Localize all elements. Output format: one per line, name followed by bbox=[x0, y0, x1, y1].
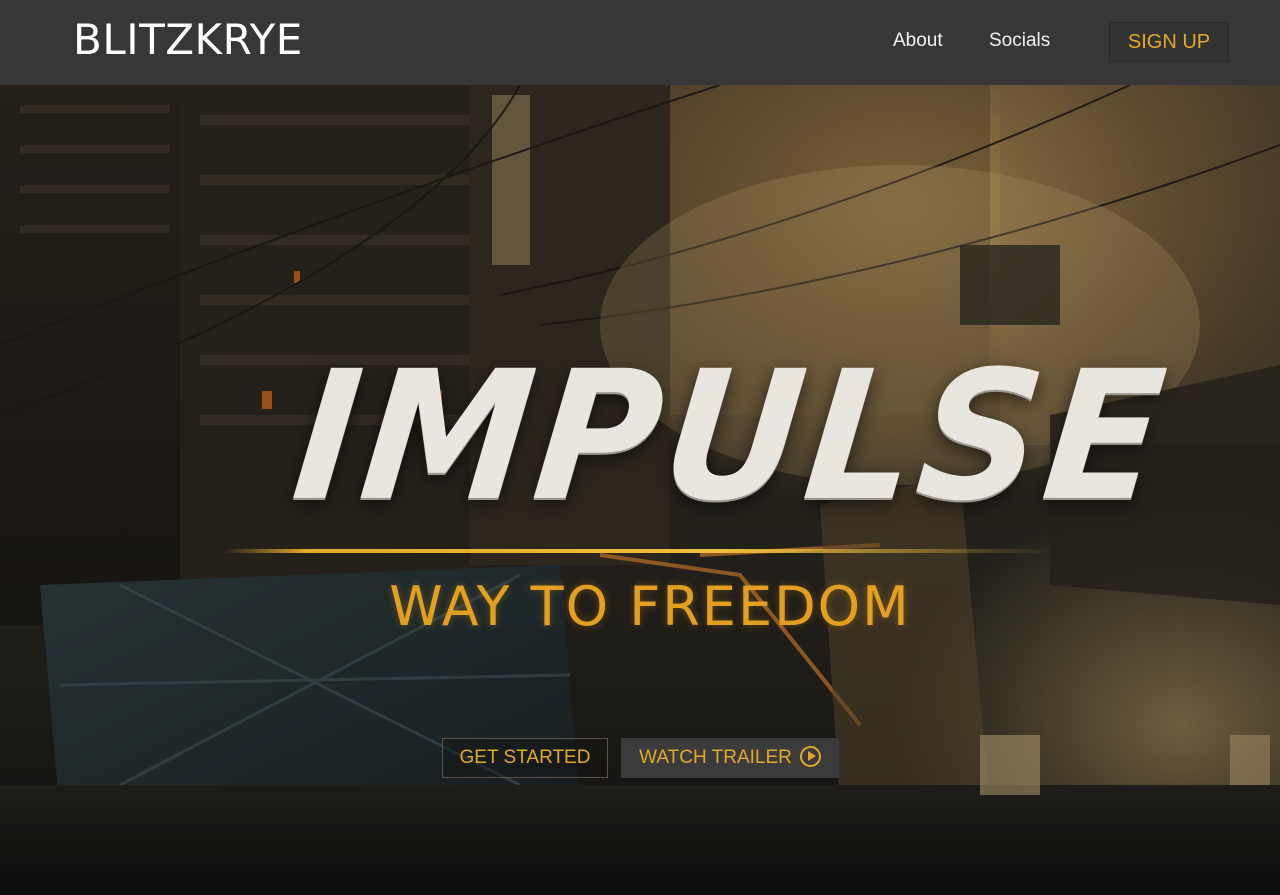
watch-trailer-label: WATCH TRAILER bbox=[639, 747, 792, 768]
game-title: IMPULSE bbox=[285, 333, 1177, 541]
title-underline-divider bbox=[224, 549, 1054, 553]
watch-trailer-button[interactable]: WATCH TRAILER bbox=[621, 738, 839, 778]
nav-socials-link[interactable]: Socials bbox=[989, 30, 1050, 52]
hero-section: IMPULSE WAY TO FREEDOM GET STARTED WATCH… bbox=[0, 85, 1280, 895]
play-circle-icon bbox=[799, 746, 821, 767]
signup-button[interactable]: SIGN UP bbox=[1109, 22, 1229, 62]
game-tagline: WAY TO FREEDOM bbox=[389, 575, 911, 638]
top-navbar: BLITZKRYE About Socials SIGN UP bbox=[0, 0, 1280, 85]
get-started-label: GET STARTED bbox=[459, 747, 591, 768]
get-started-button[interactable]: GET STARTED bbox=[442, 738, 608, 778]
brand-logo[interactable]: BLITZKRYE bbox=[73, 16, 303, 64]
nav-about-link[interactable]: About bbox=[893, 30, 943, 52]
